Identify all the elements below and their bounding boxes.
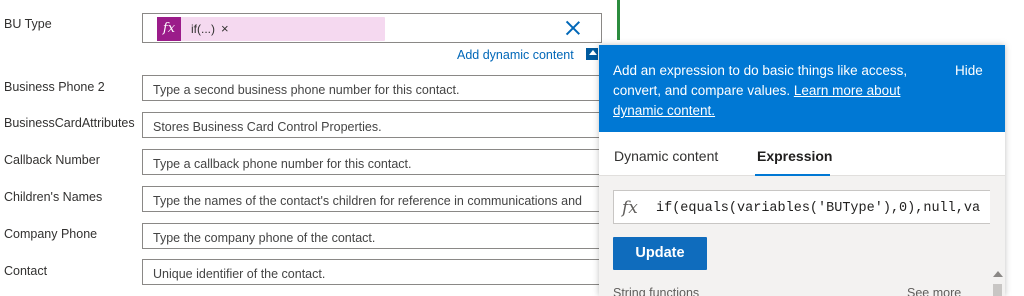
hide-button[interactable]: Hide bbox=[955, 63, 983, 78]
tab-dynamic-content[interactable]: Dynamic content bbox=[614, 148, 718, 164]
contact-input[interactable]: Unique identifier of the contact. bbox=[142, 259, 602, 285]
childrens-names-input[interactable]: Type the names of the contact's children… bbox=[142, 186, 602, 212]
scroll-thumb[interactable] bbox=[993, 284, 1002, 296]
see-more-link[interactable]: See more bbox=[907, 286, 961, 296]
fx-icon: fx bbox=[622, 198, 638, 218]
expression-input[interactable]: fx if(equals(variables('BUType'),0),null… bbox=[613, 190, 991, 224]
collapse-panel-icon[interactable] bbox=[586, 48, 598, 60]
expression-text: if(equals(variables('BUType'),0),null,va bbox=[656, 201, 981, 216]
expression-area: fx if(equals(variables('BUType'),0),null… bbox=[599, 176, 1005, 296]
field-label-childrens-names: Children's Names bbox=[4, 190, 103, 204]
field-label-bu-type: BU Type bbox=[4, 17, 52, 31]
field-label-business-card-attributes: BusinessCardAttributes bbox=[4, 116, 135, 130]
token-text: if(...) bbox=[191, 22, 215, 36]
panel-scrollbar[interactable] bbox=[990, 176, 1005, 296]
business-phone-2-input[interactable]: Type a second business phone number for … bbox=[142, 75, 602, 101]
bu-type-field[interactable]: fx if(...) × bbox=[142, 13, 602, 43]
token-remove-icon[interactable]: × bbox=[221, 21, 229, 36]
fx-icon: fx bbox=[157, 17, 181, 41]
panel-tabs: Dynamic content Expression bbox=[599, 132, 1005, 176]
field-label-contact: Contact bbox=[4, 264, 48, 278]
add-dynamic-content-link[interactable]: Add dynamic content bbox=[457, 48, 574, 62]
field-label-callback-number: Callback Number bbox=[4, 153, 100, 167]
clear-field-icon[interactable] bbox=[565, 20, 581, 36]
scroll-up-icon[interactable] bbox=[993, 271, 1003, 277]
business-card-attributes-input[interactable]: Stores Business Card Control Properties. bbox=[142, 112, 602, 138]
company-phone-input[interactable]: Type the company phone of the contact. bbox=[142, 223, 602, 249]
field-label-business-phone-2: Business Phone 2 bbox=[4, 80, 105, 94]
dynamic-content-panel: Add an expression to do basic things lik… bbox=[599, 45, 1005, 296]
panel-header: Add an expression to do basic things lik… bbox=[599, 45, 1005, 132]
update-button[interactable]: Update bbox=[613, 237, 707, 270]
tab-expression[interactable]: Expression bbox=[757, 148, 832, 164]
callback-number-input[interactable]: Type a callback phone number for this co… bbox=[142, 149, 602, 175]
panel-description: Add an expression to do basic things lik… bbox=[613, 63, 908, 118]
flow-connector-line bbox=[617, 0, 620, 40]
expression-token[interactable]: fx if(...) × bbox=[157, 17, 385, 41]
field-label-company-phone: Company Phone bbox=[4, 227, 98, 241]
string-functions-heading: String functions bbox=[613, 286, 700, 296]
